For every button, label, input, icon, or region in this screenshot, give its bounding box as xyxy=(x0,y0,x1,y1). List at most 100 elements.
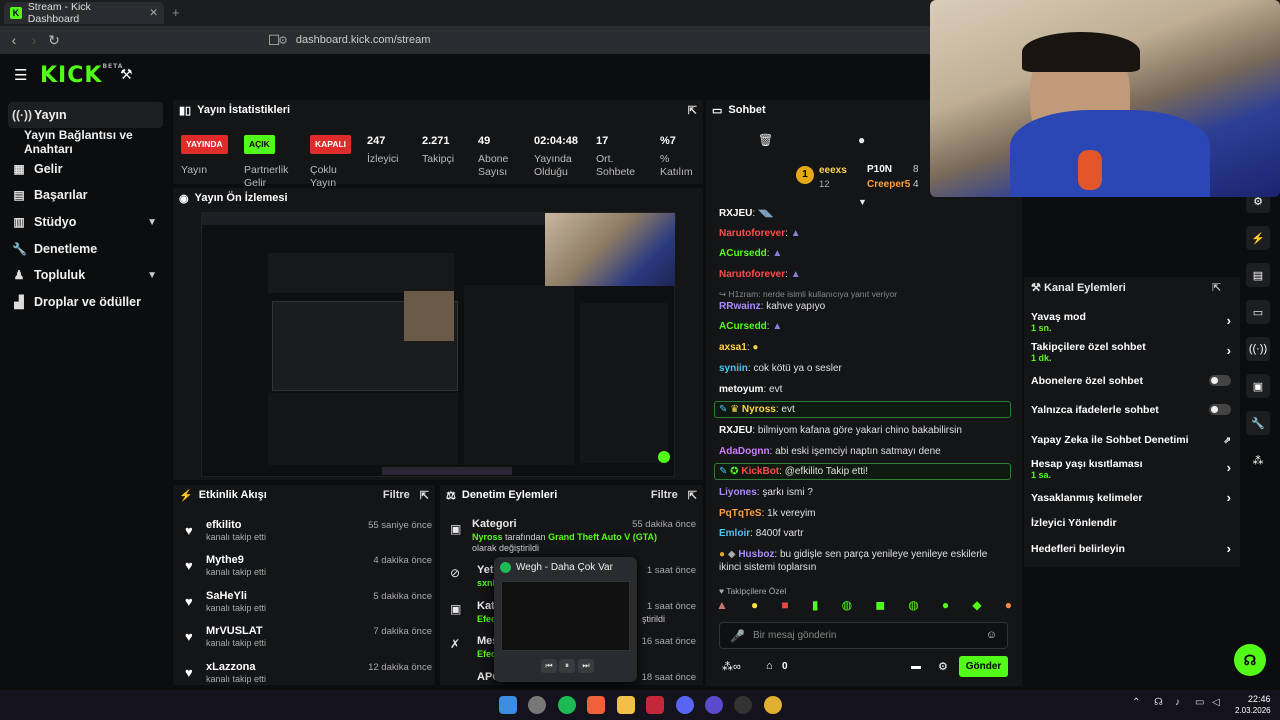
leaderboard-user[interactable]: eeexs xyxy=(819,165,847,176)
chat-username[interactable]: metoyum xyxy=(719,384,763,395)
media-preview-popup[interactable]: Wegh - Daha Çok Var ⏮ ⏸ ⏭ xyxy=(494,557,637,682)
activity-user[interactable]: SaHeYli xyxy=(206,590,247,602)
spotify-icon[interactable] xyxy=(558,696,576,714)
chevron-right-icon[interactable]: › xyxy=(1227,460,1231,475)
emote-only-item[interactable]: Yalnızca ifadelerle sohbet xyxy=(1031,404,1231,416)
emote-icon[interactable]: ◍ xyxy=(842,598,852,618)
chat-users-icon[interactable]: ▬ xyxy=(911,661,921,672)
chat-username[interactable]: AdaDognn xyxy=(719,446,770,457)
mod-user[interactable]: Nyross xyxy=(472,532,503,542)
forward-icon[interactable]: › xyxy=(24,30,44,50)
filter-button[interactable]: Filtre xyxy=(383,489,410,501)
obs-icon[interactable] xyxy=(734,696,752,714)
rail-chat-icon[interactable]: ▭ xyxy=(1246,300,1270,324)
chat-username[interactable]: Emloir xyxy=(719,528,750,539)
activity-user[interactable]: efkilito xyxy=(206,519,241,531)
chat-username[interactable]: RRwainz xyxy=(719,301,761,312)
new-tab-icon[interactable]: + xyxy=(172,5,180,20)
mic-tray-icon[interactable]: ♪ xyxy=(1175,697,1180,708)
emoji-icon[interactable]: ☺ xyxy=(986,629,997,641)
account-age-item[interactable]: Hesap yaşı kısıtlaması 1 sa. › xyxy=(1031,458,1231,480)
sidebar-item-droplar[interactable]: ▟ Droplar ve ödüller xyxy=(8,289,163,315)
emote-icon[interactable]: ● xyxy=(1005,598,1012,618)
kick-logo[interactable]: KICKBETA xyxy=(40,63,123,88)
rail-broadcast-icon[interactable]: ((·)) xyxy=(1246,337,1270,361)
emote-icon[interactable]: ▲ xyxy=(716,598,728,618)
subscribers-only-toggle[interactable] xyxy=(1209,375,1231,386)
external-link-icon[interactable]: ⇗ xyxy=(1223,435,1231,446)
chevron-right-icon[interactable]: › xyxy=(1227,343,1231,358)
activity-user[interactable]: MrVUSLAT xyxy=(206,625,263,637)
chat-input[interactable]: 🎤 Bir mesaj gönderin ☺ xyxy=(719,622,1008,649)
menu-icon[interactable]: ☰ xyxy=(14,66,27,84)
sidebar-item-stream-key[interactable]: Yayın Bağlantısı ve Anahtarı xyxy=(20,128,170,156)
emote-icon[interactable]: ▮ xyxy=(812,598,819,618)
goals-item[interactable]: Hedefleri belirleyin › xyxy=(1031,541,1231,556)
expand-icon[interactable]: ⇱ xyxy=(1212,281,1221,294)
rail-lightning-icon[interactable]: ⚡ xyxy=(1246,226,1270,250)
rail-list-icon[interactable]: ▤ xyxy=(1246,263,1270,287)
chat-username[interactable]: axsa1 xyxy=(719,342,747,353)
chat-username[interactable]: PqTqTeS xyxy=(719,508,762,519)
chat-username[interactable]: Narutoforever xyxy=(719,269,785,280)
chat-username[interactable]: RXJEU xyxy=(719,425,752,436)
rail-media-icon[interactable]: ▣ xyxy=(1246,374,1270,398)
chevron-right-icon[interactable]: › xyxy=(1227,541,1231,556)
emote-icon[interactable]: ■ xyxy=(781,598,788,618)
support-headset-icon[interactable]: ☊ xyxy=(1234,644,1266,676)
expand-icon[interactable]: ⇱ xyxy=(688,104,697,117)
raid-item[interactable]: İzleyici Yönlendir xyxy=(1031,517,1231,529)
chat-username[interactable]: syniin xyxy=(719,363,748,374)
sidebar-item-studyo[interactable]: ▥ Stüdyo ▼ xyxy=(8,209,163,235)
followers-only-item[interactable]: Takipçilere özel sohbet 1 dk. › xyxy=(1031,341,1231,363)
activity-user[interactable]: xLazzona xyxy=(206,661,256,673)
emote-icon[interactable]: ◆ xyxy=(972,598,981,618)
discord-icon[interactable] xyxy=(676,696,694,714)
previous-track-icon[interactable]: ⏮ xyxy=(541,659,557,673)
ai-moderation-item[interactable]: Yapay Zeka ile Sohbet Denetimi ⇗ xyxy=(1031,434,1231,446)
emote-only-toggle[interactable] xyxy=(1209,404,1231,415)
trash-icon[interactable]: 🗑 xyxy=(758,133,773,147)
expand-icon[interactable]: ⇱ xyxy=(420,489,429,502)
clock-date[interactable]: 2.03.2026 xyxy=(1235,706,1271,715)
rail-community-icon[interactable]: ⁂ xyxy=(1246,448,1270,472)
emote-icon[interactable]: ● xyxy=(942,598,949,618)
browser-tab[interactable]: K Stream - Kick Dashboard ✕ xyxy=(4,1,164,25)
leaderboard-user[interactable]: P10N xyxy=(867,164,892,175)
chat-username[interactable]: Husboz xyxy=(738,549,774,560)
site-info-icon[interactable]: ⚙ xyxy=(278,34,288,47)
sidebar-item-topluluk[interactable]: ♟ Topluluk ▼ xyxy=(8,262,163,288)
folder-icon[interactable] xyxy=(617,696,635,714)
emote-icon[interactable]: ◼ xyxy=(875,598,885,618)
expand-icon[interactable]: ⇱ xyxy=(688,489,697,502)
search-app-icon[interactable] xyxy=(528,696,546,714)
emote-icon[interactable]: ◍ xyxy=(908,598,918,618)
gear-icon[interactable]: ⚙ xyxy=(938,660,948,673)
sidebar-item-basarilar[interactable]: ▤ Başarılar xyxy=(8,182,163,208)
pin-icon[interactable]: ▼ xyxy=(858,197,867,207)
editor-app-icon[interactable] xyxy=(646,696,664,714)
tray-chevron-icon[interactable]: ⌃ xyxy=(1132,697,1140,708)
activity-user[interactable]: Mythe9 xyxy=(206,554,244,566)
reload-icon[interactable]: ↻ xyxy=(44,30,64,50)
tools-icon[interactable]: ⚒ xyxy=(120,66,133,83)
network-icon[interactable]: ▭ xyxy=(1195,697,1204,708)
address-bar[interactable]: ⚙ dashboard.kick.com/stream xyxy=(278,31,928,49)
close-icon[interactable]: ✕ xyxy=(149,7,158,19)
chevron-down-icon[interactable]: ▼ xyxy=(147,270,157,281)
back-icon[interactable]: ‹ xyxy=(4,30,24,50)
subscribers-only-item[interactable]: Abonelere özel sohbet xyxy=(1031,375,1231,387)
gift-icon[interactable]: ⌂ xyxy=(766,660,773,672)
chat-username[interactable]: Liyones xyxy=(719,487,757,498)
chat-username[interactable]: RXJEU xyxy=(719,208,752,219)
chevron-right-icon[interactable]: › xyxy=(1227,313,1231,328)
chat-username[interactable]: ACursedd xyxy=(719,321,767,332)
sidebar-item-gelir[interactable]: ▦ Gelir xyxy=(8,156,163,182)
chat-username[interactable]: KickBot xyxy=(741,466,779,477)
volume-icon[interactable]: ◁ xyxy=(1212,697,1220,708)
windows-start-icon[interactable] xyxy=(499,696,517,714)
send-button[interactable]: Gönder xyxy=(959,656,1008,677)
slow-mode-item[interactable]: Yavaş mod 1 sn. › xyxy=(1031,311,1231,333)
points-icon[interactable]: ⁂∞ xyxy=(722,660,741,673)
leaderboard-user[interactable]: Creeper5 xyxy=(867,179,910,190)
